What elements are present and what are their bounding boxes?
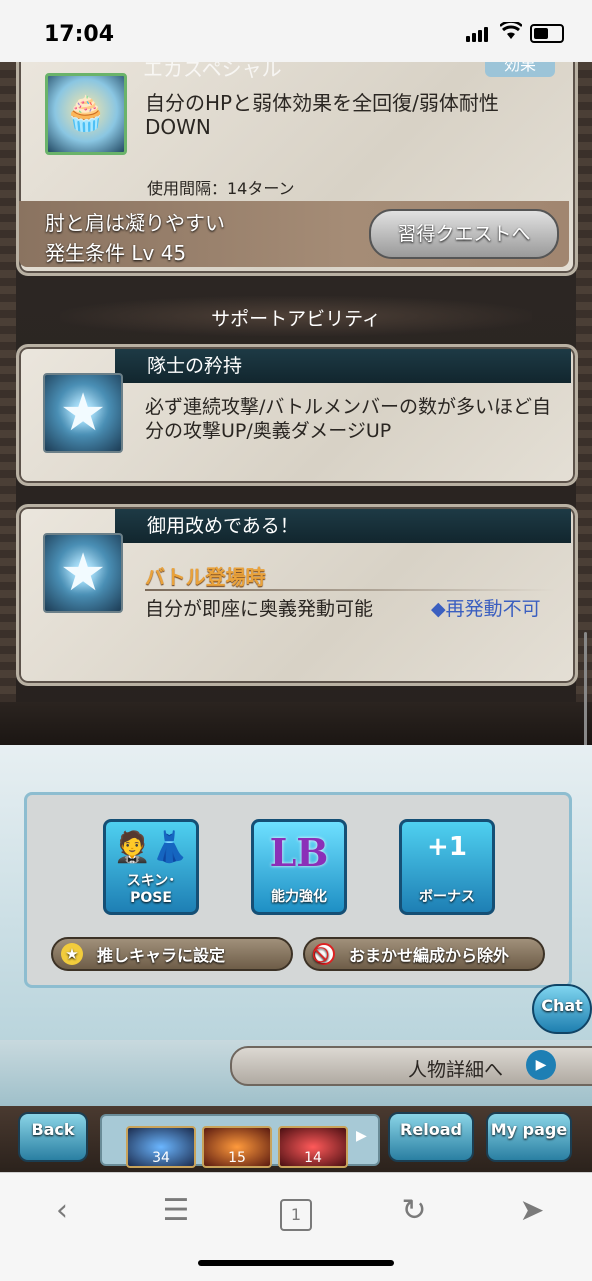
star-icon: ★ — [61, 943, 83, 965]
status-time: 17:04 — [44, 22, 115, 47]
bonus-label: ボーナス — [419, 889, 475, 905]
prohibited-icon: ⃠ — [313, 943, 335, 965]
tabs-button[interactable]: 1 — [276, 1191, 316, 1231]
signal-icon — [466, 0, 494, 62]
exclude-button[interactable]: ⃠ おまかせ編成から除外 — [303, 937, 545, 971]
skill-effect: 自分のHPと弱体効果を全回復/弱体耐性DOWN — [145, 91, 499, 139]
menu-icon[interactable]: ☰ — [156, 1191, 196, 1231]
limit-break-button[interactable]: LB 能力強化 — [251, 819, 347, 915]
item-slot-1[interactable]: 34 — [126, 1126, 196, 1168]
detail-link-label: 人物詳細へ — [408, 1059, 504, 1081]
skin-pose-button[interactable]: 🤵👗 スキン･POSE — [103, 819, 199, 915]
frame-bottom — [0, 702, 592, 748]
wifi-icon — [499, 20, 523, 45]
favorite-label: 推しキャラに設定 — [97, 946, 226, 965]
detail-link[interactable]: 人物詳細へ ▶ — [230, 1046, 592, 1086]
skill-cooldown: 使用間隔：14ターン — [147, 179, 295, 198]
ability-note: ◆再発動不可 — [431, 598, 541, 620]
mypage-label: My page — [490, 1120, 568, 1139]
skill-panel: エカスペシャル 効果 🧁 自分のHPと弱体効果を全回復/弱体耐性DOWN 使用間… — [16, 62, 578, 276]
item-slot-3[interactable]: 14 — [278, 1126, 348, 1168]
support-ability-1: 隊士の矜持 ★ 必ず連続攻撃/バトルメンバーの数が多いほど自分の攻撃UP/奥義ダ… — [16, 344, 578, 486]
item-count: 15 — [228, 1150, 246, 1166]
rocket-icon[interactable]: ➤ — [512, 1191, 552, 1231]
tab-count: 1 — [280, 1199, 312, 1231]
frame-left — [0, 62, 16, 762]
lb-icon: LB — [269, 830, 329, 875]
skin-pose-label: スキン･POSE — [126, 873, 176, 906]
exclude-label: おまかせ編成から除外 — [349, 946, 510, 965]
menu-box: 🤵👗 スキン･POSE LB 能力強化 +1 ボーナス ★ 推しキャラに設定 ⃠… — [24, 792, 572, 988]
ability-description: 自分が即座に奥義発動可能 — [145, 598, 374, 620]
game-nav-bar: Back 34 15 14 ▶ Reload My page — [0, 1106, 592, 1172]
back-chevron-icon[interactable]: ‹ — [42, 1191, 82, 1231]
limit-break-label: 能力強化 — [271, 889, 327, 905]
chat-button[interactable]: Chat — [532, 984, 592, 1034]
reload-button[interactable]: Reload — [388, 1112, 474, 1162]
item-tray: 34 15 14 ▶ — [100, 1114, 380, 1168]
support-ability-2: 御用改めである！ ★ バトル登場時 自分が即座に奥義発動可能 ◆再発動不可 — [16, 504, 578, 686]
play-arrow-icon: ▶ — [526, 1050, 556, 1080]
star-icon: ★ — [43, 533, 123, 613]
reload-icon[interactable]: ↻ — [394, 1191, 434, 1231]
item-count: 34 — [152, 1150, 170, 1166]
bonus-button[interactable]: +1 ボーナス — [399, 819, 495, 915]
chat-label: Chat — [541, 996, 583, 1015]
outfit-icon: 🤵👗 — [113, 830, 189, 865]
back-button[interactable]: Back — [18, 1112, 88, 1162]
reload-label: Reload — [400, 1120, 462, 1139]
ability-trigger: バトル登場時 — [145, 565, 266, 589]
skill-icon: 🧁 — [45, 73, 127, 155]
star-icon: ★ — [43, 373, 123, 453]
favorite-button[interactable]: ★ 推しキャラに設定 — [51, 937, 293, 971]
unlock-name: 肘と肩は凝りやすい — [45, 211, 225, 235]
item-slot-2[interactable]: 15 — [202, 1126, 272, 1168]
skill-title-partial: エカスペシャル — [143, 62, 282, 81]
home-indicator — [198, 1260, 394, 1266]
ability-name: 御用改めである！ — [115, 509, 571, 543]
ability-name: 隊士の矜持 — [115, 349, 571, 383]
bonus-plus-icon: +1 — [427, 832, 467, 862]
unlock-condition: 発生条件 Lv 45 — [45, 241, 187, 265]
tray-arrow-icon[interactable]: ▶ — [356, 1128, 367, 1144]
status-bar: 17:04 — [0, 0, 592, 62]
mypage-button[interactable]: My page — [486, 1112, 572, 1162]
battery-icon — [530, 24, 564, 43]
item-count: 14 — [304, 1150, 322, 1166]
ability-divider — [145, 589, 555, 591]
game-viewport: エカスペシャル 効果 🧁 自分のHPと弱体効果を全回復/弱体耐性DOWN 使用間… — [0, 62, 592, 1172]
back-label: Back — [31, 1120, 75, 1139]
effect-tag: 効果 — [485, 62, 555, 77]
support-heading: サポートアビリティ — [211, 308, 381, 330]
quest-button[interactable]: 習得クエストへ — [369, 209, 559, 259]
ability-description: 必ず連続攻撃/バトルメンバーの数が多いほど自分の攻撃UP/奥義ダメージUP — [145, 396, 551, 442]
